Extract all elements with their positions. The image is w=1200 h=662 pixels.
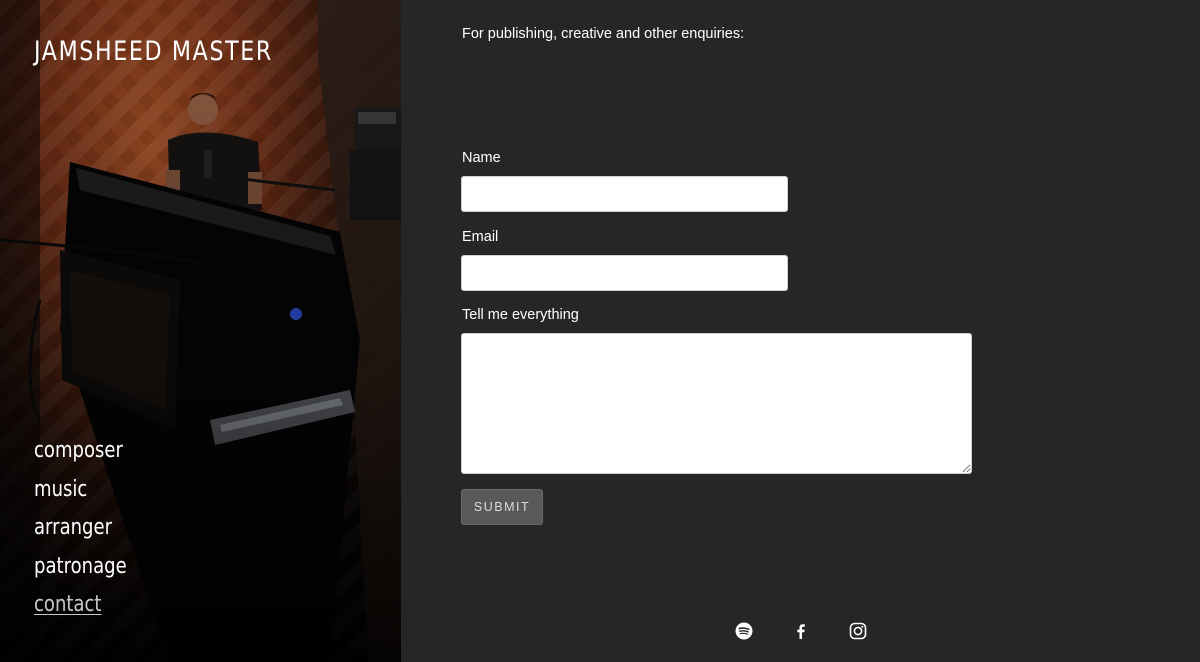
name-label: Name bbox=[462, 150, 501, 166]
spotify-icon bbox=[735, 622, 753, 640]
site-title[interactable]: JAMSHEED MASTER bbox=[34, 36, 273, 67]
nav-link-composer[interactable]: composer bbox=[34, 436, 123, 466]
contact-intro: For publishing, creative and other enqui… bbox=[462, 26, 745, 42]
page: JAMSHEED MASTER composer music arranger … bbox=[0, 0, 1200, 662]
social-links bbox=[735, 622, 906, 644]
submit-button[interactable]: SUBMIT bbox=[461, 489, 543, 525]
facebook-icon bbox=[797, 624, 805, 639]
spotify-link[interactable] bbox=[735, 622, 757, 644]
instagram-link[interactable] bbox=[849, 622, 871, 644]
contact-section: For publishing, creative and other enqui… bbox=[401, 0, 1200, 662]
nav-item-contact: contact bbox=[34, 590, 147, 629]
email-label: Email bbox=[462, 229, 499, 245]
message-label: Tell me everything bbox=[462, 307, 579, 323]
nav-item-music: music bbox=[34, 475, 147, 514]
hero-panel: JAMSHEED MASTER composer music arranger … bbox=[0, 0, 401, 662]
nav-item-composer: composer bbox=[34, 436, 147, 475]
nav-link-arranger[interactable]: arranger bbox=[34, 513, 112, 543]
nav-link-music[interactable]: music bbox=[34, 475, 87, 505]
nav-link-patronage[interactable]: patronage bbox=[34, 552, 127, 582]
message-textarea[interactable] bbox=[461, 333, 972, 474]
facebook-link[interactable] bbox=[792, 622, 814, 644]
main-nav: composer music arranger patronage contac… bbox=[34, 436, 147, 629]
name-input[interactable] bbox=[461, 176, 788, 212]
email-input[interactable] bbox=[461, 255, 788, 291]
nav-item-arranger: arranger bbox=[34, 513, 147, 552]
nav-item-patronage: patronage bbox=[34, 552, 147, 591]
nav-link-contact[interactable]: contact bbox=[34, 590, 102, 620]
instagram-icon bbox=[849, 622, 867, 640]
